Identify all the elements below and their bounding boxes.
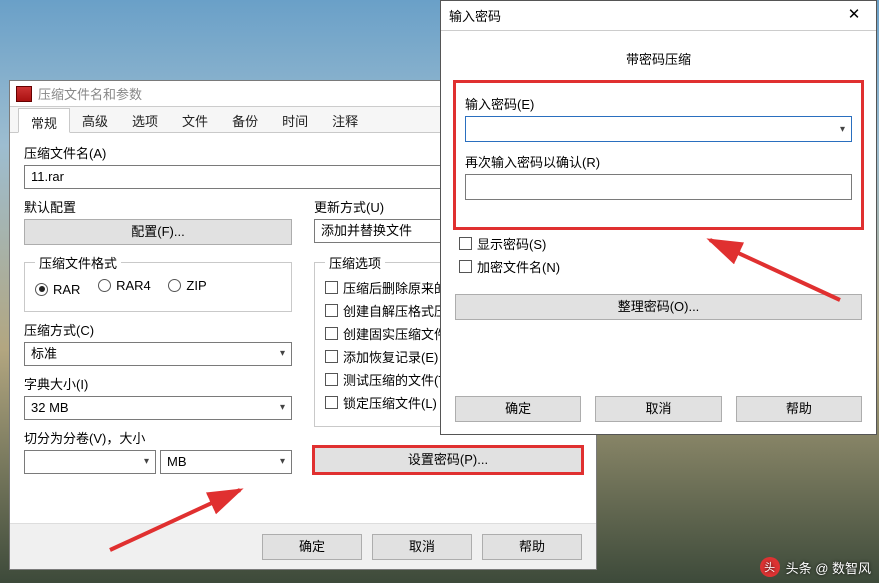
tab-general[interactable]: 常规: [18, 108, 70, 133]
chevron-down-icon: ▾: [280, 399, 285, 417]
watermark: 头 头条 @ 数智风: [760, 557, 871, 577]
tab-time[interactable]: 时间: [270, 107, 320, 132]
method-combo[interactable]: 标准 ▾: [24, 342, 292, 366]
radio-zip[interactable]: ZIP: [168, 278, 206, 293]
help-button[interactable]: 帮助: [482, 534, 582, 560]
method-value: 标准: [31, 345, 57, 363]
watermark-text: 头条 @ 数智风: [786, 558, 871, 577]
chevron-down-icon: ▾: [280, 345, 285, 363]
left-column: 默认配置 配置(F)... 压缩文件格式 RAR RAR4 ZIP 压缩方式(C…: [24, 197, 292, 474]
tab-options[interactable]: 选项: [120, 107, 170, 132]
password-inputs-highlight: 输入密码(E) ▾ 再次输入密码以确认(R): [455, 82, 862, 228]
set-password-highlight: 设置密码(P)...: [314, 447, 582, 473]
chevron-down-icon: ▾: [840, 124, 845, 135]
tab-advanced[interactable]: 高级: [70, 107, 120, 132]
default-profile-label: 默认配置: [24, 197, 292, 216]
show-password-label: 显示密码(S): [477, 234, 546, 253]
profile-button[interactable]: 配置(F)...: [24, 219, 292, 245]
confirm-password-input[interactable]: [465, 174, 852, 200]
show-password-check[interactable]: 显示密码(S): [459, 234, 546, 253]
app-icon: [16, 86, 32, 102]
opt-test[interactable]: 测试压缩的文件(T): [325, 370, 451, 389]
format-legend: 压缩文件格式: [35, 253, 121, 272]
pw-help-button[interactable]: 帮助: [736, 396, 862, 422]
encrypt-names-check[interactable]: 加密文件名(N): [459, 257, 560, 276]
opt-lock[interactable]: 锁定压缩文件(L): [325, 393, 437, 412]
split-size-combo[interactable]: ▾: [24, 450, 156, 474]
format-group: 压缩文件格式 RAR RAR4 ZIP: [24, 253, 292, 312]
enter-password-input[interactable]: ▾: [465, 116, 852, 142]
radio-rar4-label: RAR4: [116, 278, 151, 293]
opt-label: 测试压缩的文件(T): [343, 370, 451, 389]
chevron-down-icon: ▾: [280, 453, 285, 471]
update-mode-value: 添加并替换文件: [321, 222, 412, 240]
opt-recovery[interactable]: 添加恢复记录(E): [325, 347, 438, 366]
encrypt-names-label: 加密文件名(N): [477, 257, 560, 276]
enter-password-label: 输入密码(E): [465, 94, 852, 113]
password-header: 带密码压缩: [455, 41, 862, 82]
tab-files[interactable]: 文件: [170, 107, 220, 132]
archive-bottom-bar: 确定 取消 帮助: [10, 523, 596, 569]
compress-options-legend: 压缩选项: [325, 253, 385, 272]
organize-passwords-button[interactable]: 整理密码(O)...: [455, 294, 862, 320]
cancel-button[interactable]: 取消: [372, 534, 472, 560]
tab-comment[interactable]: 注释: [320, 107, 370, 132]
tab-backup[interactable]: 备份: [220, 107, 270, 132]
dict-combo[interactable]: 32 MB ▾: [24, 396, 292, 420]
radio-rar[interactable]: RAR: [35, 282, 80, 297]
password-bottom-bar: 确定 取消 帮助: [455, 382, 862, 422]
password-titlebar: 输入密码 ✕: [441, 1, 876, 31]
pw-cancel-button[interactable]: 取消: [595, 396, 721, 422]
radio-rar4[interactable]: RAR4: [98, 278, 151, 293]
password-title: 输入密码: [449, 6, 501, 25]
method-label: 压缩方式(C): [24, 320, 292, 339]
archive-title: 压缩文件名和参数: [38, 84, 142, 103]
split-label: 切分为分卷(V)，大小: [24, 428, 292, 447]
password-body: 带密码压缩 输入密码(E) ▾ 再次输入密码以确认(R) 显示密码(S) 加密文…: [441, 31, 876, 434]
radio-rar-label: RAR: [53, 282, 80, 297]
pw-ok-button[interactable]: 确定: [455, 396, 581, 422]
dict-label: 字典大小(I): [24, 374, 292, 393]
opt-label: 锁定压缩文件(L): [343, 393, 437, 412]
password-dialog: 输入密码 ✕ 带密码压缩 输入密码(E) ▾ 再次输入密码以确认(R) 显示密码…: [440, 0, 877, 435]
chevron-down-icon: ▾: [144, 453, 149, 471]
confirm-password-label: 再次输入密码以确认(R): [465, 152, 852, 171]
ok-button[interactable]: 确定: [262, 534, 362, 560]
split-unit-combo[interactable]: MB ▾: [160, 450, 292, 474]
split-unit: MB: [167, 453, 187, 471]
dict-value: 32 MB: [31, 399, 69, 417]
opt-label: 添加恢复记录(E): [343, 347, 438, 366]
radio-zip-label: ZIP: [186, 278, 206, 293]
close-icon[interactable]: ✕: [840, 6, 868, 26]
set-password-button[interactable]: 设置密码(P)...: [314, 447, 582, 473]
watermark-icon: 头: [760, 557, 780, 577]
